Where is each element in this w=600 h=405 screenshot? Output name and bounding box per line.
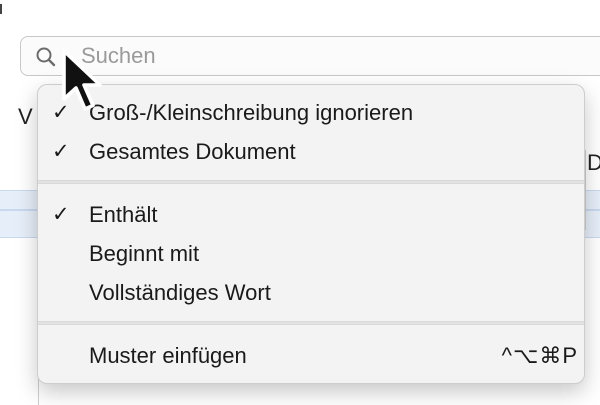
menu-item-label: Beginnt mit bbox=[89, 241, 200, 266]
screen: V D ✓ Groß-/Kleinschreibung ignorieren ✓… bbox=[0, 0, 600, 405]
table-header-fragment: D bbox=[587, 150, 600, 175]
keyboard-shortcut: ^⌥⌘P bbox=[501, 343, 578, 368]
table-header-fragment: V bbox=[18, 104, 33, 129]
menu-item-contains[interactable]: ✓ Enthält bbox=[38, 195, 584, 235]
search-input[interactable] bbox=[81, 40, 581, 72]
checkmark-icon: ✓ bbox=[52, 140, 70, 163]
table-column-divider bbox=[585, 150, 586, 230]
menu-item-label: Muster einfügen bbox=[89, 343, 247, 368]
menu-separator bbox=[38, 321, 584, 325]
search-icon[interactable] bbox=[35, 46, 57, 68]
checkmark-icon: ✓ bbox=[52, 203, 70, 226]
arrow-cursor-icon bbox=[62, 49, 102, 111]
menu-item-insert-pattern[interactable]: Muster einfügen ^⌥⌘P bbox=[38, 336, 584, 376]
menu-separator bbox=[38, 180, 584, 184]
window-corner-mark bbox=[0, 4, 2, 14]
menu-item-whole-document[interactable]: ✓ Gesamtes Dokument bbox=[38, 132, 584, 172]
search-options-menu: ✓ Groß-/Kleinschreibung ignorieren ✓ Ges… bbox=[37, 84, 585, 384]
menu-item-ignore-case[interactable]: ✓ Groß-/Kleinschreibung ignorieren bbox=[38, 93, 584, 133]
menu-item-label: Groß-/Kleinschreibung ignorieren bbox=[89, 100, 414, 125]
menu-item-whole-word[interactable]: Vollständiges Wort bbox=[38, 273, 584, 313]
menu-item-begins-with[interactable]: Beginnt mit bbox=[38, 234, 584, 274]
menu-item-label: Vollständiges Wort bbox=[89, 280, 271, 305]
menu-item-label: Enthält bbox=[89, 202, 158, 227]
menu-item-label: Gesamtes Dokument bbox=[89, 139, 296, 164]
